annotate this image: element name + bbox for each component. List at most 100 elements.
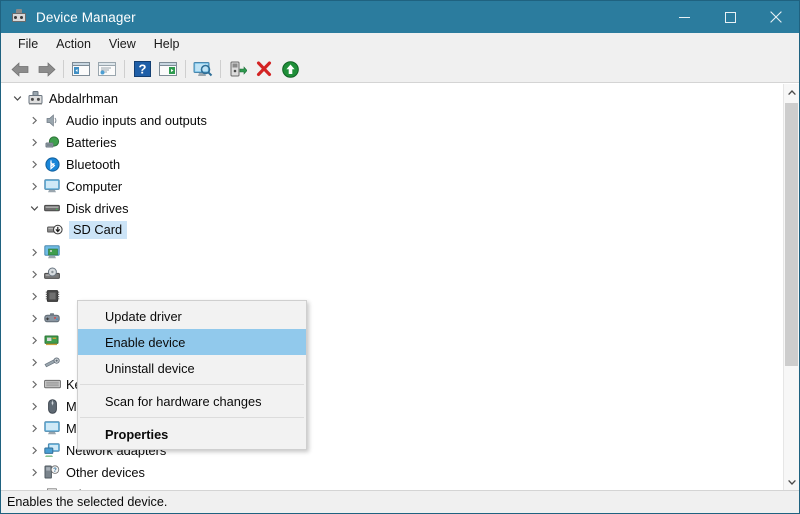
device-tree: Abdalrhman Audio inputs and outputs Batt…	[1, 84, 783, 490]
tree-node-label: Computer	[66, 178, 123, 194]
tree-node-disk-drives[interactable]: Disk drives	[1, 197, 783, 219]
chevron-right-icon[interactable]	[26, 153, 42, 175]
tree-node-label: Disk drives	[66, 200, 129, 216]
device-tree-pane: Abdalrhman Audio inputs and outputs Batt…	[1, 83, 799, 490]
maximize-button[interactable]	[707, 1, 753, 33]
tree-node-label: SD Card	[69, 221, 128, 239]
context-menu-separator	[80, 384, 304, 385]
monitor-icon	[42, 175, 62, 197]
keyboard-icon	[42, 373, 62, 395]
imaging-device-icon	[42, 351, 62, 373]
chevron-right-icon[interactable]	[26, 483, 42, 490]
chevron-right-icon[interactable]	[26, 461, 42, 483]
toolbar-separator	[220, 60, 221, 78]
tree-node-label: Other devices	[66, 464, 145, 480]
mouse-icon	[42, 395, 62, 417]
window-controls	[661, 1, 799, 33]
svg-text:?: ?	[53, 468, 57, 474]
menu-file[interactable]: File	[9, 34, 47, 55]
chevron-right-icon[interactable]	[26, 285, 42, 307]
monitor-scan-icon[interactable]	[190, 57, 216, 81]
chevron-right-icon[interactable]	[26, 109, 42, 131]
forward-button[interactable]	[33, 57, 59, 81]
bluetooth-icon	[42, 153, 62, 175]
chevron-right-icon[interactable]	[26, 131, 42, 153]
battery-icon	[42, 131, 62, 153]
chevron-right-icon[interactable]	[26, 395, 42, 417]
ctx-properties[interactable]: Properties	[78, 421, 306, 447]
tree-node-label: Audio inputs and outputs	[66, 112, 207, 128]
tree-node-print-queues[interactable]: Print queues	[1, 483, 783, 490]
tree-node-audio[interactable]: Audio inputs and outputs	[1, 109, 783, 131]
ctx-scan-hardware-changes[interactable]: Scan for hardware changes	[78, 388, 306, 414]
menu-help[interactable]: Help	[145, 34, 189, 55]
svg-text:?: ?	[138, 62, 146, 77]
device-manager-window: Device Manager File Action View Help ? A…	[0, 0, 800, 514]
minimize-button[interactable]	[661, 1, 707, 33]
chevron-right-icon[interactable]	[26, 329, 42, 351]
update-driver-icon[interactable]	[155, 57, 181, 81]
dvd-cd-rom-icon	[42, 263, 62, 285]
printer-icon	[42, 483, 62, 490]
scrollbar-thumb[interactable]	[785, 103, 798, 366]
context-menu: Update driver Enable device Uninstall de…	[77, 300, 307, 450]
chevron-right-icon[interactable]	[26, 351, 42, 373]
scrollbar-track[interactable]	[784, 101, 799, 473]
chevron-right-icon[interactable]	[26, 373, 42, 395]
status-text: Enables the selected device.	[7, 495, 168, 509]
hid-gamepad-icon	[42, 307, 62, 329]
disabled-device-icon	[45, 219, 65, 241]
chevron-right-icon[interactable]	[26, 241, 42, 263]
window-title: Device Manager	[36, 9, 136, 25]
tree-node-root[interactable]: Abdalrhman	[1, 87, 783, 109]
tree-node-display-adapters[interactable]	[1, 241, 783, 263]
chevron-right-icon[interactable]	[26, 417, 42, 439]
ctx-enable-device[interactable]: Enable device	[78, 329, 306, 355]
display-adapter-icon	[42, 241, 62, 263]
speaker-icon	[42, 109, 62, 131]
tree-node-label: Print queues	[66, 487, 142, 491]
chevron-right-icon[interactable]	[26, 307, 42, 329]
menu-bar: File Action View Help	[1, 33, 799, 56]
uninstall-device-icon[interactable]	[225, 57, 251, 81]
tree-node-other-devices[interactable]: ? Other devices	[1, 461, 783, 483]
title-bar: Device Manager	[1, 1, 799, 33]
tree-node-sd-card[interactable]: SD Card	[1, 219, 783, 241]
tree-node-computer[interactable]: Computer	[1, 175, 783, 197]
scroll-up-button[interactable]	[784, 84, 799, 101]
toolbar: ?	[1, 56, 799, 83]
tree-node-bluetooth[interactable]: Bluetooth	[1, 153, 783, 175]
ide-ata-controller-icon	[42, 329, 62, 351]
unknown-device-icon: ?	[42, 461, 62, 483]
tree-node-label: Batteries	[66, 134, 117, 150]
menu-action[interactable]: Action	[47, 34, 100, 55]
toolbar-separator	[63, 60, 64, 78]
ctx-update-driver[interactable]: Update driver	[78, 303, 306, 329]
back-button[interactable]	[7, 57, 33, 81]
vertical-scrollbar[interactable]	[783, 84, 799, 490]
computer-root-icon	[25, 87, 45, 109]
tree-node-label: Bluetooth	[66, 156, 121, 172]
red-x-icon[interactable]	[251, 57, 277, 81]
chevron-down-icon[interactable]	[26, 197, 42, 219]
device-manager-icon	[11, 9, 27, 25]
console-tree-icon[interactable]	[68, 57, 94, 81]
context-menu-separator	[80, 417, 304, 418]
close-button[interactable]	[753, 1, 799, 33]
firmware-icon	[42, 285, 62, 307]
tree-node-label: Abdalrhman	[49, 90, 119, 106]
chevron-right-icon[interactable]	[26, 175, 42, 197]
green-up-arrow-icon[interactable]	[277, 57, 303, 81]
menu-view[interactable]: View	[100, 34, 145, 55]
chevron-right-icon[interactable]	[26, 439, 42, 461]
ctx-uninstall-device[interactable]: Uninstall device	[78, 355, 306, 381]
tree-node-dvd-cd-rom[interactable]	[1, 263, 783, 285]
tree-node-batteries[interactable]: Batteries	[1, 131, 783, 153]
properties-window-icon[interactable]	[94, 57, 120, 81]
help-question-icon[interactable]: ?	[129, 57, 155, 81]
chevron-down-icon[interactable]	[9, 87, 25, 109]
chevron-right-icon[interactable]	[26, 263, 42, 285]
toolbar-separator	[185, 60, 186, 78]
disk-drive-icon	[42, 197, 62, 219]
scroll-down-button[interactable]	[784, 473, 799, 490]
